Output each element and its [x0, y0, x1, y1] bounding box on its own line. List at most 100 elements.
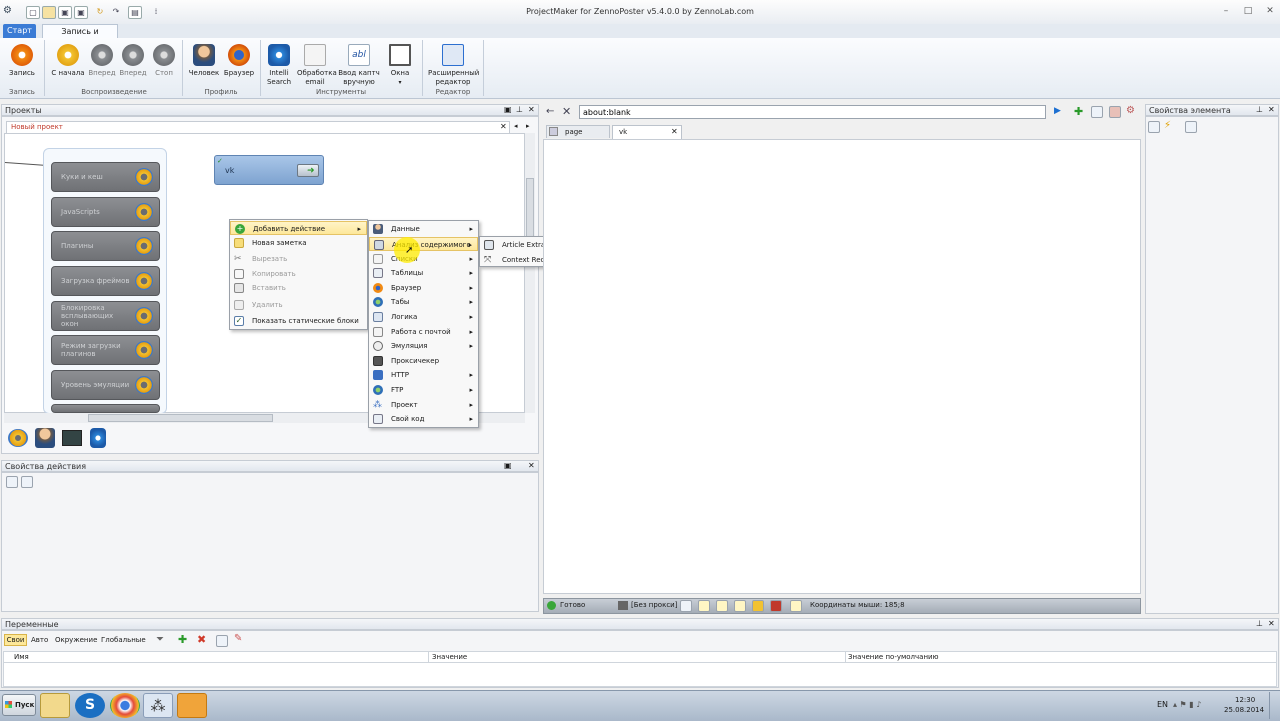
vk-action-block[interactable]: ✓ vk ➜ — [214, 155, 324, 185]
submenu-item-project[interactable]: ⁂ Проект ▸ — [369, 398, 478, 412]
filter-icon[interactable]: ⏷ — [156, 634, 164, 645]
lightning-icon[interactable]: ⚡ — [1164, 120, 1171, 131]
properties-edit-icon[interactable] — [21, 476, 33, 488]
clear-variable-icon[interactable]: ✎ — [234, 633, 242, 644]
close-button[interactable]: ✕ — [1263, 6, 1277, 16]
submenu-item-browser[interactable]: Браузер ▸ — [369, 281, 478, 295]
close-panel-icon[interactable]: ✕ — [528, 461, 535, 470]
submenu-item-emulation[interactable]: Эмуляция ▸ — [369, 339, 478, 353]
clear-cache-icon[interactable] — [1109, 106, 1121, 118]
zennoposter-taskbar-icon[interactable]: ⁂ — [143, 693, 173, 718]
submenu-item-ftp[interactable]: FTP ▸ — [369, 383, 478, 397]
pin-icon[interactable]: ⊥ — [1256, 105, 1263, 114]
go-icon[interactable]: ▶ — [1054, 106, 1061, 116]
menu-item-paste[interactable]: Вставить — [230, 281, 367, 295]
stop-button[interactable]: Стоп — [149, 40, 179, 78]
tab-auto-variables[interactable]: Авто — [31, 636, 48, 644]
menu-item-cut[interactable]: ✂ Вырезать — [230, 252, 367, 266]
action-block[interactable]: Загрузка фреймов — [51, 266, 160, 296]
record-button[interactable]: Запись — [4, 40, 40, 78]
maximize-panel-icon[interactable]: ▣ — [504, 461, 512, 470]
show-desktop-button[interactable] — [1269, 692, 1280, 719]
close-tab-icon[interactable]: ✕ — [671, 127, 678, 136]
submenu-item-tabs[interactable]: Табы ▸ — [369, 295, 478, 309]
maximize-button[interactable]: □ — [1241, 6, 1255, 16]
minimize-button[interactable]: – — [1219, 6, 1233, 16]
frames-toggle-icon[interactable] — [716, 600, 728, 612]
action-block[interactable]: Уровень эмуляции — [51, 370, 160, 400]
action-block[interactable]: Куки и кеш — [51, 162, 160, 192]
submenu-item-email[interactable]: Работа с почтой ▸ — [369, 325, 478, 339]
browser-profile-button[interactable]: Браузер — [222, 40, 256, 78]
add-tab-icon[interactable]: ✚ — [1074, 105, 1083, 118]
element-tree-icon[interactable] — [1148, 121, 1160, 133]
language-indicator[interactable]: EN — [1157, 700, 1168, 709]
tab-record-debug[interactable]: Запись и отладка — [42, 24, 118, 49]
skype-taskbar-icon[interactable]: S — [75, 693, 105, 718]
tab-start[interactable]: Старт — [3, 24, 36, 38]
pin-icon[interactable]: ⊥ — [1256, 619, 1263, 628]
person-icon[interactable] — [35, 428, 55, 448]
checkbox-icon[interactable]: ✓ — [234, 316, 244, 326]
captcha-screen-icon[interactable] — [62, 430, 82, 446]
submenu-item-http[interactable]: HTTP ▸ — [369, 368, 478, 382]
step-forward-button[interactable]: Вперед — [87, 40, 117, 78]
email-processing-button[interactable]: Обработка email — [296, 40, 337, 87]
action-block[interactable]: Режим загрузки плагинов — [51, 335, 160, 365]
vertical-scrollbar[interactable] — [525, 133, 535, 413]
pin-icon[interactable]: ▣ — [504, 105, 512, 114]
advanced-editor-button[interactable]: Расширенный редактор — [426, 40, 480, 87]
menu-item-show-static-blocks[interactable]: ✓ Показать статические блоки — [230, 314, 367, 328]
tab-global-variables[interactable]: Глобальные — [101, 636, 146, 644]
tab-environment-variables[interactable]: Окружение — [55, 636, 97, 644]
page-settings-icon[interactable] — [1091, 106, 1103, 118]
tools-icon[interactable]: ⚙ — [1126, 105, 1135, 116]
action-block[interactable]: Блокировка всплывающих окон — [51, 301, 160, 331]
action-block[interactable]: Плагины — [51, 231, 160, 261]
forward-button[interactable]: Вперед — [118, 40, 148, 78]
project-tab[interactable]: Новый проект — [6, 121, 510, 133]
unpin-icon[interactable]: ⊥ — [516, 105, 523, 114]
stop-load-icon[interactable]: ✕ — [562, 105, 571, 118]
close-panel-icon[interactable]: ✕ — [1268, 619, 1275, 628]
popup-toggle-icon[interactable] — [790, 600, 802, 612]
screenshot-icon[interactable] — [680, 600, 692, 612]
submenu-item-custom-code[interactable]: Свой код ▸ — [369, 412, 478, 426]
settings-gear-icon[interactable] — [8, 429, 28, 447]
column-name[interactable]: Имя — [14, 653, 29, 661]
properties-view-icon[interactable] — [6, 476, 18, 488]
action-block[interactable]: JavaScripts — [51, 197, 160, 227]
explorer-taskbar-icon[interactable] — [40, 693, 70, 718]
browser-viewport[interactable] — [543, 139, 1141, 594]
play-from-start-button[interactable]: С начала — [50, 40, 86, 78]
submenu-item-data[interactable]: Данные ▸ — [369, 222, 478, 236]
robot-icon[interactable] — [90, 428, 106, 448]
human-profile-button[interactable]: Человек — [186, 40, 222, 78]
intelli-search-button[interactable]: Intelli Search — [264, 40, 294, 87]
submenu-item-tables[interactable]: Таблицы ▸ — [369, 266, 478, 280]
column-default-value[interactable]: Значение по-умолчанию — [848, 653, 938, 661]
images-toggle-icon[interactable] — [698, 600, 710, 612]
action-block-partial[interactable] — [51, 404, 160, 413]
close-panel-icon[interactable]: ✕ — [1268, 105, 1275, 114]
back-icon[interactable]: ← — [546, 106, 554, 117]
flash-toggle-icon[interactable] — [770, 600, 782, 612]
submenu-item-lists[interactable]: Списки▸ — [369, 252, 478, 266]
manual-captcha-button[interactable]: abl Ввод каптч вручную — [337, 40, 381, 87]
scrollbar-thumb[interactable] — [88, 414, 273, 422]
submenu-item-proxychecker[interactable]: Проксичекер — [369, 354, 478, 368]
copy-variable-icon[interactable] — [216, 635, 228, 647]
close-panel-icon[interactable]: ✕ — [528, 105, 535, 114]
submenu-item-content-analysis[interactable]: Анализ содержимого ▸ — [369, 237, 478, 251]
tray-icons[interactable]: ▴ ⚑ ▮ ♪ — [1173, 700, 1201, 709]
delete-variable-icon[interactable]: ✖ — [197, 633, 206, 646]
tab-own-variables[interactable]: Свои — [4, 634, 27, 646]
menu-item-new-note[interactable]: Новая заметка — [230, 236, 367, 250]
column-value[interactable]: Значение — [432, 653, 467, 661]
javascript-toggle-icon[interactable] — [752, 600, 764, 612]
menu-item-add-action[interactable]: + Добавить действие ▸ — [230, 221, 367, 235]
chrome-taskbar-icon[interactable] — [110, 693, 140, 718]
close-tab-icon[interactable]: ✕ — [500, 122, 507, 131]
menu-item-copy[interactable]: Копировать — [230, 267, 367, 281]
recorder-taskbar-icon[interactable] — [177, 693, 207, 718]
